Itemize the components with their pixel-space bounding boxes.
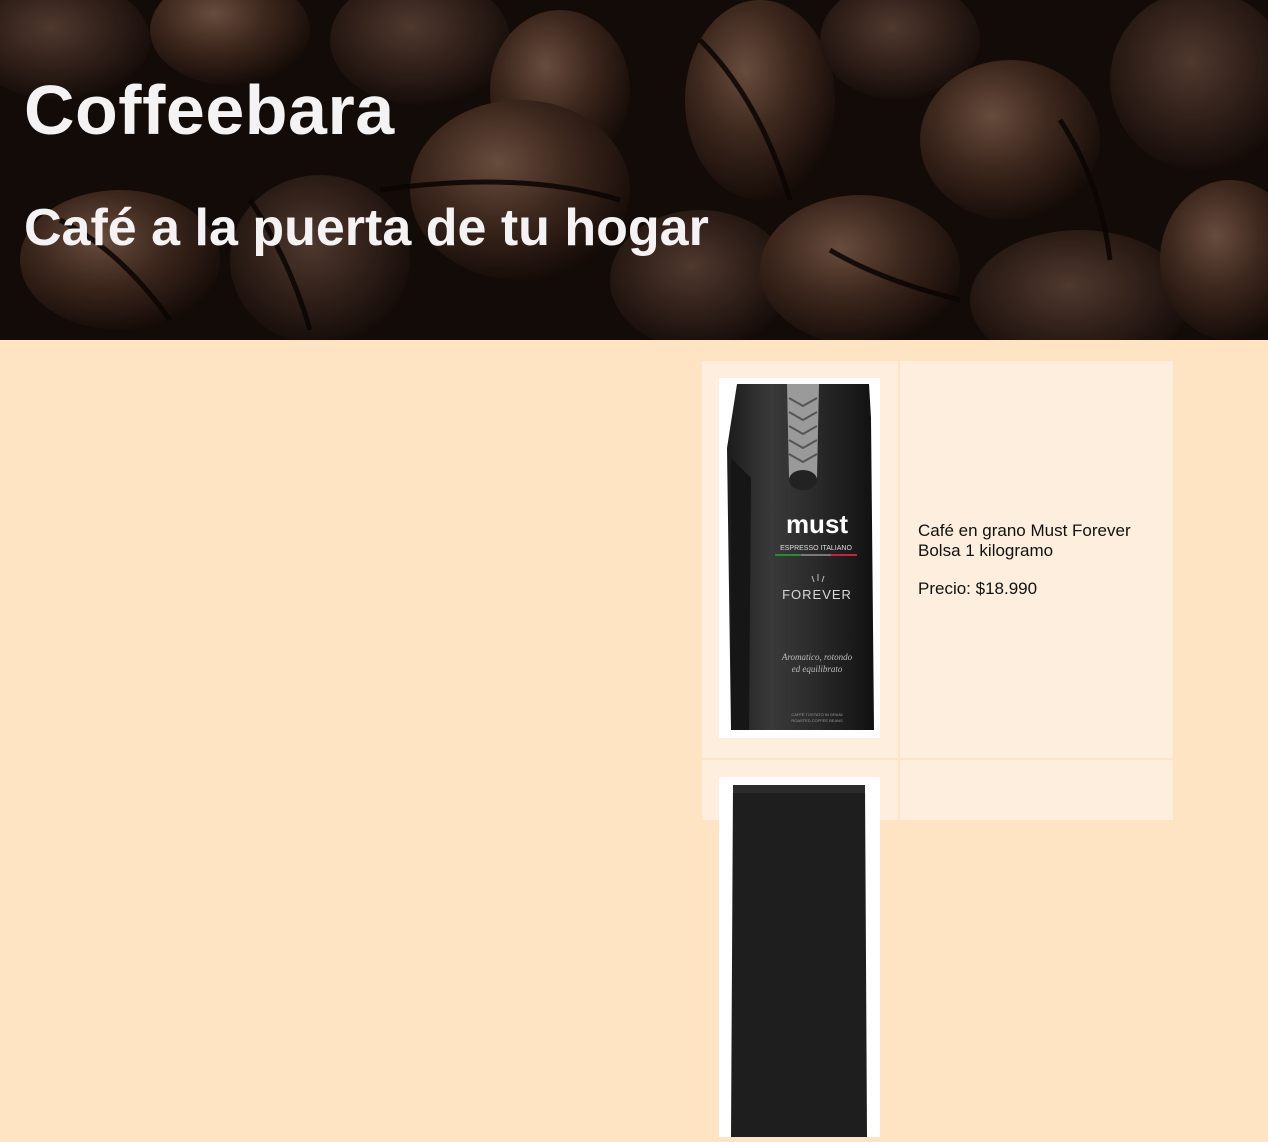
site-tagline: Café a la puerta de tu hogar (24, 199, 709, 257)
product-image-cell (702, 760, 900, 1137)
bag-tagline-2: ed equilibrato (792, 664, 843, 674)
bag-line-text: ESPRESSO ITALIANO (780, 545, 852, 552)
product-name[interactable]: Café en grano Must Forever Bolsa 1 kilog… (918, 521, 1155, 561)
product-info-cell: Café en grano Must Forever Bolsa 1 kilog… (900, 361, 1173, 758)
bag-brand-text: must (786, 509, 848, 539)
bag-footer-2: ROASTED COFFEE BEANS (791, 718, 843, 723)
coffee-bag-icon: must ESPRESSO ITALIANO FOREVER Aromatico… (727, 384, 874, 730)
hero-banner: Coffeebara Café a la puerta de tu hogar (0, 0, 1268, 340)
site-title: Coffeebara (24, 71, 395, 149)
product-price: Precio: $18.990 (918, 578, 1038, 598)
product-photo[interactable] (719, 777, 880, 1137)
product-info-cell (900, 760, 1173, 820)
bag-tagline-1: Aromatico, rotondo (781, 652, 853, 662)
bag-variant-text: FOREVER (782, 587, 852, 602)
bag-footer-1: CAFFÈ TOSTATO IN GRANI (791, 712, 842, 717)
coffee-bag-icon (731, 785, 867, 1137)
product-row (702, 760, 1173, 1137)
product-row: must ESPRESSO ITALIANO FOREVER Aromatico… (702, 361, 1173, 760)
product-photo[interactable]: must ESPRESSO ITALIANO FOREVER Aromatico… (719, 378, 880, 738)
product-list: must ESPRESSO ITALIANO FOREVER Aromatico… (702, 361, 1173, 1137)
product-image-cell: must ESPRESSO ITALIANO FOREVER Aromatico… (702, 361, 900, 758)
coffee-beans-background (0, 0, 1268, 340)
